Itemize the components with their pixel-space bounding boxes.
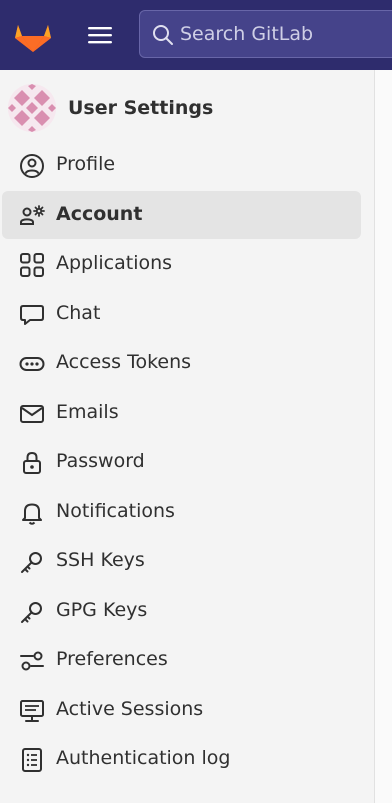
sidebar-item-preferences[interactable]: Preferences <box>2 636 361 684</box>
sidebar-title: User Settings <box>68 97 214 119</box>
hamburger-menu-icon[interactable] <box>80 18 120 52</box>
sidebar-item-label: Authentication log <box>56 747 231 769</box>
preferences-icon <box>19 648 45 674</box>
sidebar-item-notifications[interactable]: Notifications <box>2 488 361 536</box>
key-icon <box>19 549 45 575</box>
sidebar-item-label: Emails <box>56 401 119 423</box>
sidebar-item-authentication-log[interactable]: Authentication log <box>2 735 361 783</box>
sidebar-item-label: Notifications <box>56 500 175 522</box>
token-icon <box>19 351 45 377</box>
profile-icon <box>19 153 45 179</box>
applications-icon <box>19 252 45 278</box>
sidebar-item-chat[interactable]: Chat <box>2 290 361 338</box>
sidebar-item-password[interactable]: Password <box>2 438 361 486</box>
key-icon <box>19 599 45 625</box>
log-icon <box>19 747 45 773</box>
sidebar-item-label: Active Sessions <box>56 698 204 720</box>
sidebar-item-ssh-keys[interactable]: SSH Keys <box>2 537 361 585</box>
sidebar-item-emails[interactable]: Emails <box>2 389 361 437</box>
sidebar: User Settings Profile Account Applicatio… <box>0 70 375 803</box>
email-icon <box>19 401 45 427</box>
sidebar-item-label: Account <box>56 203 143 225</box>
search-box[interactable] <box>139 10 392 58</box>
sidebar-item-profile[interactable]: Profile <box>2 141 361 189</box>
avatar <box>8 84 56 132</box>
top-navbar <box>0 0 392 70</box>
gitlab-logo-icon[interactable] <box>11 13 55 57</box>
sidebar-item-account[interactable]: Account <box>2 191 361 239</box>
sidebar-item-applications[interactable]: Applications <box>2 240 361 288</box>
sidebar-item-label: SSH Keys <box>56 549 145 571</box>
sidebar-item-label: Password <box>56 450 145 472</box>
sidebar-item-label: Access Tokens <box>56 351 192 373</box>
sidebar-item-label: GPG Keys <box>56 599 148 621</box>
sidebar-item-access-tokens[interactable]: Access Tokens <box>2 339 361 387</box>
search-icon <box>151 23 175 47</box>
chat-icon <box>19 302 45 328</box>
lock-icon <box>19 450 45 476</box>
search-input[interactable] <box>180 11 392 57</box>
monitor-icon <box>19 698 45 724</box>
sidebar-item-gpg-keys[interactable]: GPG Keys <box>2 587 361 635</box>
sidebar-item-label: Applications <box>56 252 173 274</box>
sidebar-context-header[interactable]: User Settings <box>8 84 348 132</box>
sidebar-item-active-sessions[interactable]: Active Sessions <box>2 686 361 734</box>
bell-icon <box>19 500 45 526</box>
sidebar-item-label: Chat <box>56 302 101 324</box>
sidebar-item-label: Profile <box>56 153 116 175</box>
sidebar-item-label: Preferences <box>56 648 168 670</box>
account-icon <box>19 203 45 229</box>
